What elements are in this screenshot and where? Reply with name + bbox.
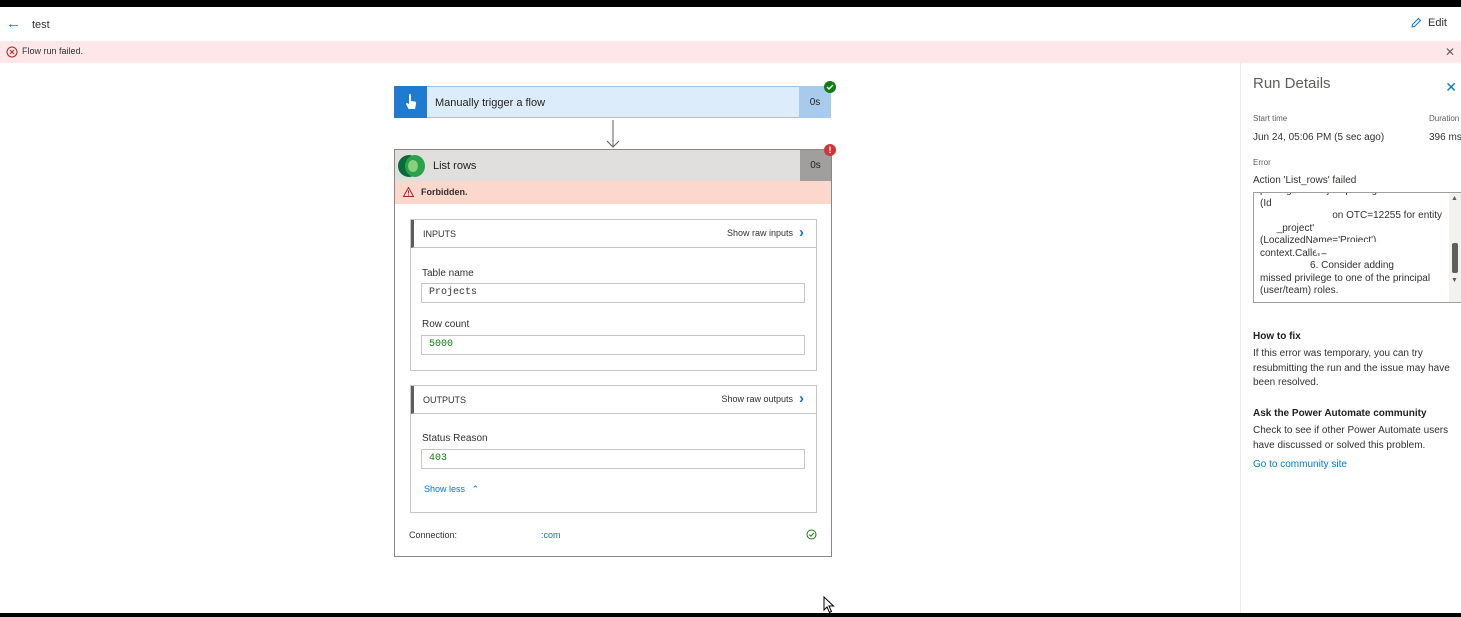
community-link[interactable]: Go to community site: [1253, 459, 1347, 470]
status-reason-value: 403: [421, 449, 805, 469]
start-time-value: Jun 24, 05:06 PM (5 sec ago): [1253, 132, 1385, 143]
connection-link[interactable]: :com: [541, 530, 561, 540]
list-rows-card: List rows 0s Forbidden. INPUTS Show raw …: [394, 149, 832, 557]
community-body: Check to see if other Power Automate use…: [1253, 425, 1449, 451]
duration-label: Duration: [1429, 114, 1460, 123]
outputs-header: OUTPUTS Show raw outputs ›: [411, 386, 816, 414]
edit-label: Edit: [1428, 17, 1447, 29]
show-raw-inputs-label: Show raw inputs: [726, 228, 793, 238]
how-to-fix-body: If this error was temporary, you can try…: [1253, 348, 1450, 388]
hand-touch-icon: [394, 86, 427, 118]
action-name: List rows: [433, 160, 477, 172]
run-details-panel: Run Details ✕ Start time Jun 24, 05:06 P…: [1240, 63, 1461, 613]
start-time-label: Start time: [1253, 114, 1288, 123]
list-rows-header[interactable]: List rows 0s: [395, 150, 831, 181]
error-banner: Flow run failed. ✕: [0, 41, 1461, 63]
top-bar: ← test Edit: [0, 7, 1461, 41]
inputs-section: INPUTS Show raw inputs › Table name Proj…: [410, 219, 817, 371]
app-window: ← test Edit Flow run failed. ✕ Manually …: [0, 7, 1461, 613]
warning-triangle-icon: [403, 187, 414, 197]
connection-check-icon: [806, 529, 817, 540]
success-check-icon: [824, 81, 836, 93]
show-raw-outputs-button[interactable]: Show raw outputs ›: [721, 390, 804, 407]
show-raw-inputs-button[interactable]: Show raw inputs ›: [726, 224, 804, 241]
show-less-label: Show less: [424, 484, 466, 494]
row-count-value: 5000: [421, 335, 805, 355]
trigger-card[interactable]: Manually trigger a flow 0s: [394, 86, 831, 118]
duration-value: 396 ms: [1429, 132, 1461, 143]
edit-button[interactable]: Edit: [1410, 17, 1447, 29]
panel-title: Run Details: [1253, 75, 1331, 92]
redaction-block: [1316, 242, 1434, 253]
scroll-up-icon[interactable]: ▲: [1451, 195, 1458, 202]
redaction-block: [1260, 211, 1322, 221]
chevron-right-icon: ›: [799, 224, 804, 241]
error-label: Error: [1253, 158, 1271, 167]
table-name-value: Projects: [421, 283, 805, 303]
banner-text: Flow run failed.: [22, 46, 84, 56]
error-detail-box[interactable]: privilegeId=Project privilege (Id= on OT…: [1253, 192, 1461, 303]
error-value: Action 'List_rows' failed: [1253, 175, 1357, 186]
outputs-section: OUTPUTS Show raw outputs › Status Reason…: [410, 385, 817, 513]
outputs-label: OUTPUTS: [423, 395, 467, 405]
chevron-up-icon: ⌃: [471, 484, 480, 494]
show-raw-outputs-label: Show raw outputs: [721, 394, 793, 404]
scroll-thumb[interactable]: [1452, 243, 1458, 273]
forbidden-text: Forbidden.: [421, 187, 468, 197]
how-to-fix-title: How to fix: [1253, 331, 1301, 342]
inputs-label: INPUTS: [423, 229, 457, 239]
error-exclamation-icon: !: [824, 144, 836, 156]
panel-close-icon[interactable]: ✕: [1445, 79, 1457, 96]
flow-title: test: [32, 19, 50, 31]
down-arrow-icon: [606, 120, 620, 148]
trigger-name: Manually trigger a flow: [435, 97, 546, 109]
scroll-down-icon[interactable]: ▼: [1451, 277, 1458, 284]
connection-label: Connection:: [409, 530, 458, 540]
inputs-header: INPUTS Show raw inputs ›: [411, 220, 816, 248]
forbidden-bar: Forbidden.: [395, 181, 831, 204]
dataverse-icon: [398, 155, 425, 177]
flow-canvas: Manually trigger a flow 0s List rows 0s …: [0, 63, 1240, 613]
chevron-right-icon: ›: [799, 390, 804, 407]
banner-close-icon[interactable]: ✕: [1445, 45, 1455, 59]
row-count-label: Row count: [422, 319, 470, 330]
redaction-block: [1272, 198, 1412, 209]
table-name-label: Table name: [422, 268, 474, 279]
back-arrow-icon[interactable]: ←: [6, 16, 22, 32]
show-less-button[interactable]: Show less ⌃: [424, 484, 479, 495]
mouse-pointer-icon: [823, 596, 835, 613]
error-circle-icon: [6, 46, 18, 58]
pencil-icon: [1411, 17, 1422, 28]
status-reason-label: Status Reason: [422, 433, 488, 444]
community-title: Ask the Power Automate community: [1253, 408, 1427, 419]
error-detail-scrollbar[interactable]: ▲ ▼: [1449, 193, 1461, 302]
